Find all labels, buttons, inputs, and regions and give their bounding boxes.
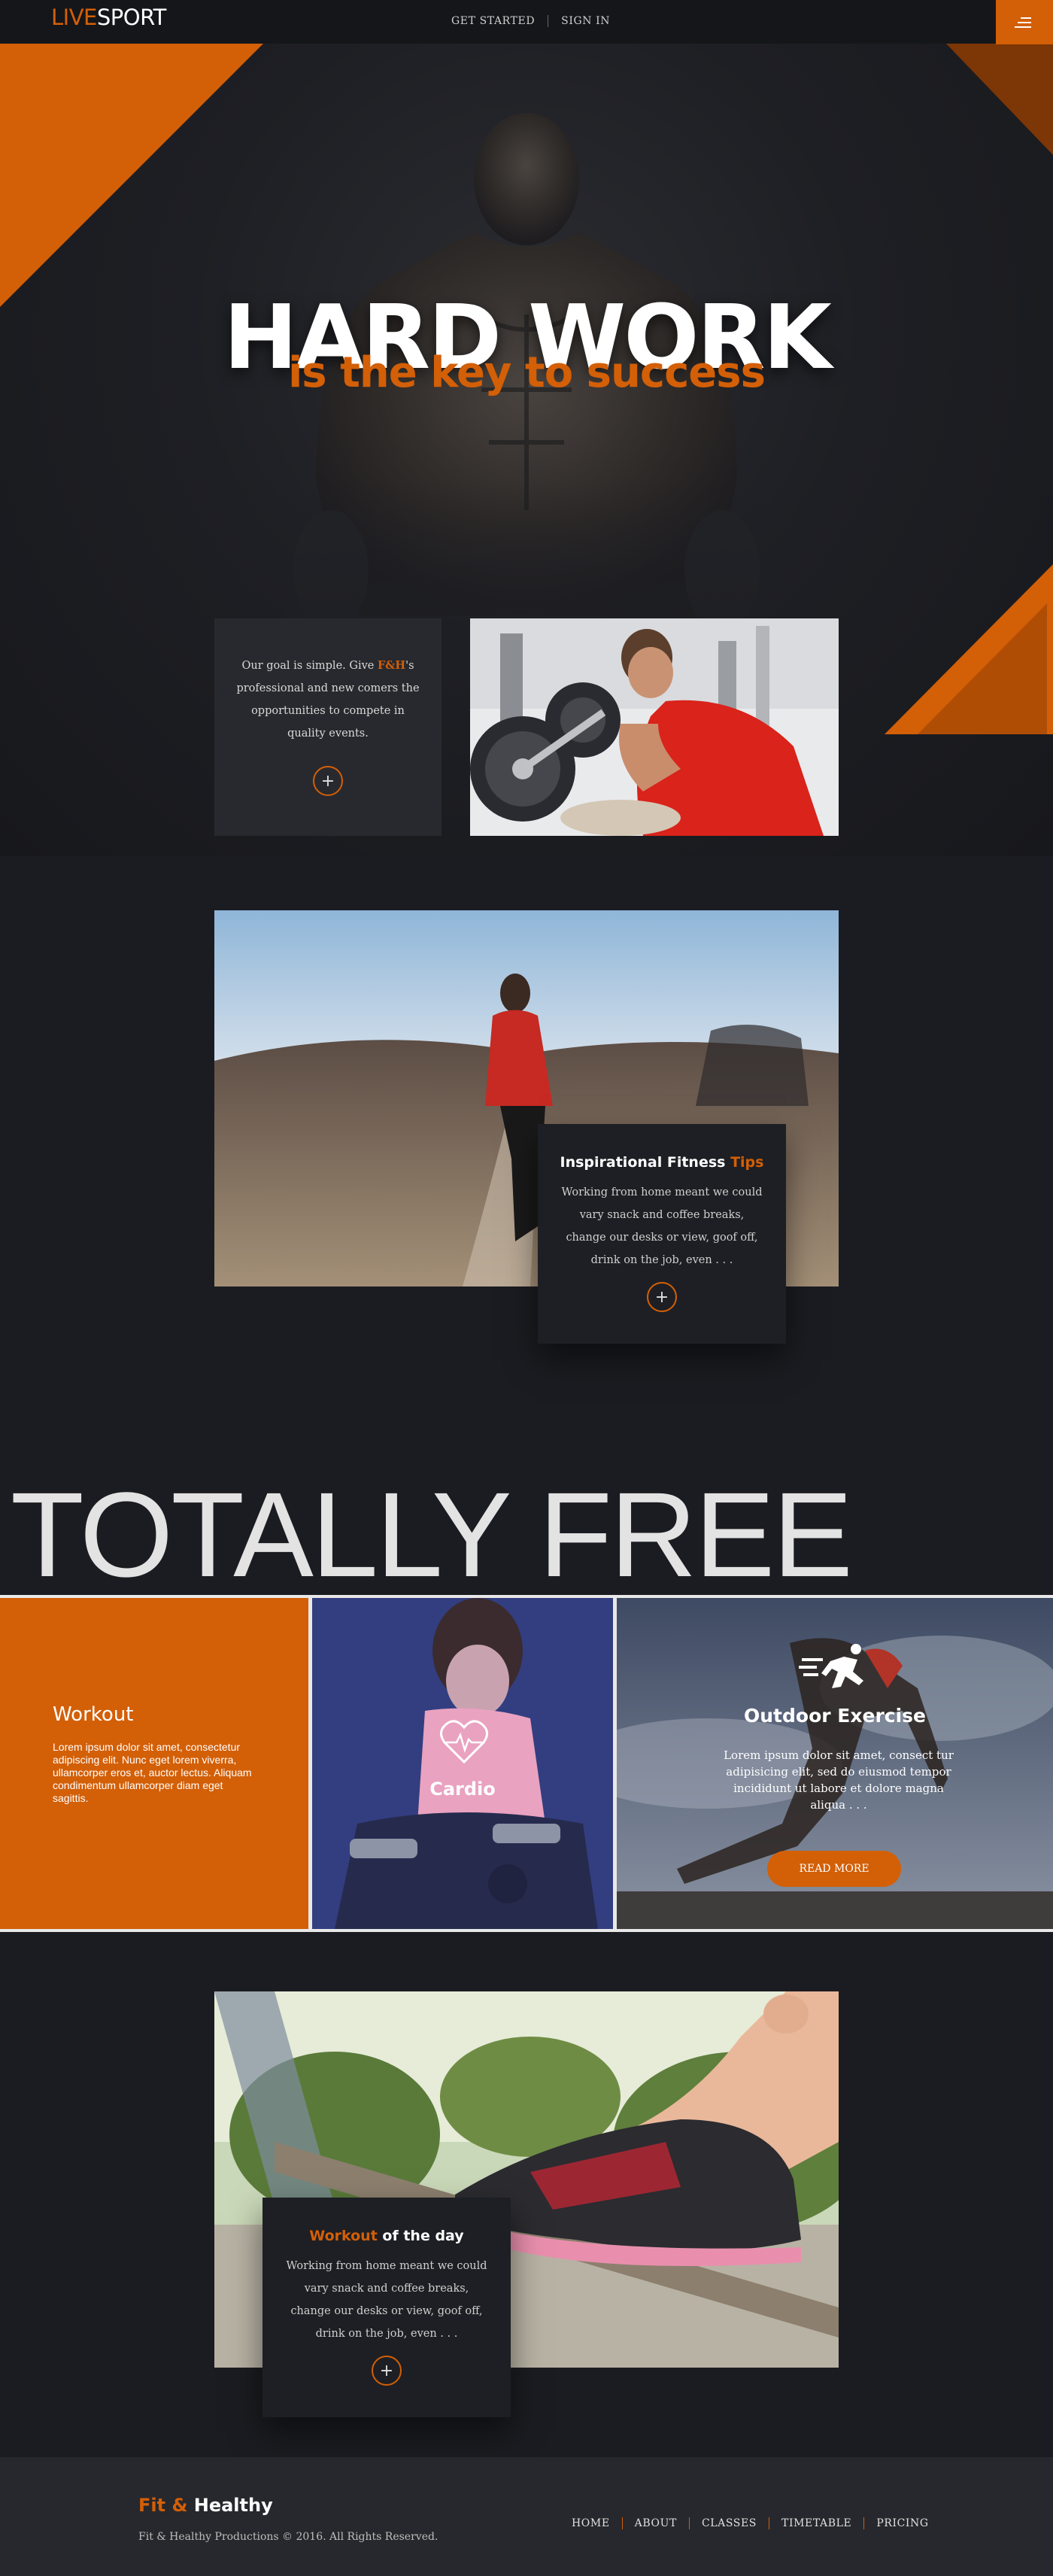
- outdoor-title: Outdoor Exercise: [744, 1705, 926, 1727]
- footer: [0, 2457, 1053, 2576]
- plus-icon: +: [320, 771, 335, 791]
- gym-curl-photo: [470, 618, 839, 836]
- wod-more-button[interactable]: +: [372, 2356, 402, 2386]
- read-more-button[interactable]: READ MORE: [767, 1851, 901, 1887]
- cardio-tile[interactable]: Cardio: [312, 1598, 613, 1929]
- decor-triangle-top-right: [946, 44, 1053, 155]
- fitness-tips-title: Inspirational Fitness Tips: [560, 1154, 764, 1171]
- workout-of-day-card: Workout of the day Working from home mea…: [262, 2198, 511, 2417]
- footer-divider: [621, 2517, 623, 2529]
- footer-link-pricing[interactable]: PRICING: [876, 2517, 928, 2529]
- cardio-title: Cardio: [429, 1779, 496, 1800]
- decor-triangle-right-inner: [918, 603, 1047, 734]
- footer-brand[interactable]: Fit & Healthy: [138, 2495, 273, 2516]
- footer-divider: [688, 2517, 690, 2529]
- footer-divider: [863, 2517, 865, 2529]
- outdoor-text: Lorem ipsum dolor sit amet, consect tur …: [724, 1748, 954, 1812]
- footer-link-home[interactable]: HOME: [572, 2517, 610, 2529]
- workout-of-day-title: Workout of the day: [309, 2228, 464, 2244]
- footer-copyright: Fit & Healthy Productions © 2016. All Ri…: [138, 2531, 438, 2543]
- footer-link-classes[interactable]: CLASSES: [702, 2517, 757, 2529]
- logo-part-sport: SPORT: [96, 5, 166, 30]
- totally-free-heading: TOTALLY FREE: [11, 1467, 853, 1602]
- intro-more-button[interactable]: +: [313, 766, 343, 796]
- footer-nav: HOME ABOUT CLASSES TIMETABLE PRICING: [572, 2517, 929, 2529]
- logo-part-live: LIVE: [51, 5, 97, 30]
- intro-card: Our goal is simple. Give F&H's professio…: [214, 618, 442, 836]
- top-header: LIVESPORT GET STARTED SIGN IN: [0, 0, 1053, 44]
- footer-link-about[interactable]: ABOUT: [635, 2517, 677, 2529]
- footer-link-timetable[interactable]: TIMETABLE: [781, 2517, 851, 2529]
- running-man-icon: [799, 1644, 863, 1688]
- workout-of-day-text: Working from home meant we could vary sn…: [286, 2260, 487, 2340]
- menu-button[interactable]: [996, 0, 1053, 44]
- top-nav: GET STARTED SIGN IN: [451, 15, 610, 27]
- brand-highlight: F&H: [377, 659, 406, 672]
- fitness-tips-card: Inspirational Fitness Tips Working from …: [538, 1124, 786, 1344]
- outdoor-tile: Outdoor Exercise Lorem ipsum dolor sit a…: [617, 1598, 1053, 1929]
- plus-icon: +: [379, 2361, 394, 2380]
- nav-get-started[interactable]: GET STARTED: [451, 15, 535, 27]
- decor-triangle-top-left: [0, 44, 263, 307]
- workout-tile[interactable]: Workout Lorem ipsum dolor sit amet, cons…: [0, 1598, 308, 1929]
- workout-title: Workout: [53, 1703, 134, 1726]
- workout-text: Lorem ipsum dolor sit amet, consectetur …: [53, 1741, 252, 1804]
- hero-subtitle: is the key to success: [288, 348, 766, 397]
- intro-text: Our goal is simple. Give F&H's professio…: [236, 659, 420, 740]
- heartbeat-icon: [440, 1720, 488, 1764]
- hamburger-icon: [1015, 17, 1031, 28]
- logo[interactable]: LIVESPORT: [51, 5, 166, 30]
- fitness-tips-text: Working from home meant we could vary sn…: [561, 1186, 763, 1266]
- plus-icon: +: [654, 1287, 669, 1307]
- nav-sign-in[interactable]: SIGN IN: [561, 15, 610, 27]
- fitness-more-button[interactable]: +: [647, 1282, 677, 1312]
